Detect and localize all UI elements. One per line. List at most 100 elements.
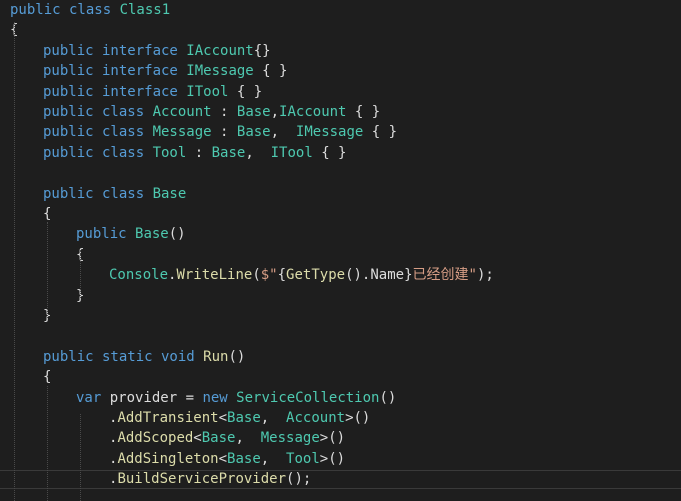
code-token: < xyxy=(218,410,228,426)
code-token: Run xyxy=(203,348,229,365)
code-token: , xyxy=(270,124,296,141)
code-token: { } xyxy=(312,144,347,161)
code-token: < xyxy=(193,430,202,447)
code-token: Class1 xyxy=(119,2,171,18)
code-token: IAccount xyxy=(186,42,254,59)
code-line[interactable]: .AddSingleton<Base, Tool>() xyxy=(109,449,345,469)
code-token: Base xyxy=(236,104,271,120)
code-line[interactable]: { xyxy=(43,204,51,224)
code-token: IMessage xyxy=(186,63,254,80)
code-token: { xyxy=(43,369,52,386)
code-token: Message xyxy=(152,124,212,141)
code-line[interactable]: Console.WriteLine($"{GetType().Name}已经创建… xyxy=(109,265,494,285)
code-token: , xyxy=(245,144,271,161)
code-line[interactable]: { xyxy=(43,367,51,387)
code-token: >() xyxy=(319,450,346,467)
code-token: : xyxy=(186,144,212,161)
code-token: GetType xyxy=(286,267,346,284)
code-line[interactable]: public class Base xyxy=(43,184,186,204)
code-token: IMessage xyxy=(295,124,364,141)
code-token: 已经创建" xyxy=(412,267,477,284)
code-line[interactable]: public interface ITool { } xyxy=(43,82,262,102)
code-line[interactable]: public Base() xyxy=(76,224,186,244)
code-token: public class xyxy=(43,104,153,120)
code-editor[interactable]: public class Class1 { public interface IAc… xyxy=(0,0,681,501)
code-token: $" xyxy=(260,267,278,284)
code-token: { } xyxy=(363,124,398,141)
code-token: () xyxy=(228,348,246,365)
code-token: , xyxy=(270,104,280,120)
code-token: public class xyxy=(43,185,153,202)
code-token: Console xyxy=(109,267,169,284)
code-token: ); xyxy=(476,267,494,284)
code-token: Account xyxy=(286,410,346,426)
code-token: () xyxy=(379,389,397,406)
code-token: provider xyxy=(109,389,178,406)
code-token: var xyxy=(76,389,110,406)
code-token: {} xyxy=(253,42,271,59)
code-token: < xyxy=(218,450,228,467)
code-token: Tool xyxy=(152,144,187,161)
code-token: Base xyxy=(135,226,169,243)
code-line[interactable]: public class Account : Base,IAccount { } xyxy=(43,102,380,122)
indent-guide xyxy=(47,386,48,501)
code-token: : xyxy=(211,104,237,120)
code-token: Message xyxy=(260,430,320,447)
code-token: WriteLine xyxy=(176,267,253,284)
code-token: () xyxy=(168,226,186,243)
code-token: Base xyxy=(227,450,261,467)
code-line[interactable]: public class Tool : Base, ITool { } xyxy=(43,143,346,163)
code-line[interactable]: public interface IMessage { } xyxy=(43,61,287,81)
indent-guide xyxy=(80,414,81,501)
code-token: public interface xyxy=(43,63,187,80)
code-token: , xyxy=(260,410,287,426)
code-token: : xyxy=(211,124,237,141)
code-token: public class xyxy=(43,124,153,141)
code-token: public xyxy=(76,226,136,243)
code-token: Base xyxy=(152,185,187,202)
code-token: ITool xyxy=(186,83,229,100)
code-token: >() xyxy=(319,430,346,447)
code-token: AddTransient xyxy=(117,410,219,426)
code-line[interactable]: public class Class1 xyxy=(10,0,170,20)
code-token: public interface xyxy=(43,42,187,59)
indent-guide xyxy=(80,250,81,298)
code-token: = xyxy=(177,389,203,406)
code-line[interactable]: public class Message : Base, IMessage { … xyxy=(43,122,397,142)
current-line-highlight xyxy=(0,470,681,489)
code-token: (); xyxy=(286,471,312,488)
code-token: public class xyxy=(43,144,153,161)
code-token: ServiceCollection xyxy=(236,389,380,406)
code-token: AddSingleton xyxy=(117,450,219,467)
code-line[interactable]: .BuildServiceProvider(); xyxy=(109,469,311,489)
code-token: Tool xyxy=(286,450,320,467)
code-token: public static void xyxy=(43,348,204,365)
code-token: new xyxy=(202,389,237,406)
code-token: ( xyxy=(252,267,261,284)
code-token: Account xyxy=(152,104,212,120)
code-line[interactable]: .AddTransient<Base, Account>() xyxy=(109,408,370,428)
code-token: Base xyxy=(211,144,246,161)
indent-guide xyxy=(47,222,48,318)
code-token: public class xyxy=(10,2,120,18)
code-token: Base xyxy=(201,430,236,447)
code-token: AddScoped xyxy=(117,430,194,447)
code-line[interactable]: public static void Run() xyxy=(43,347,245,367)
code-token: Base xyxy=(236,124,271,141)
code-token: Base xyxy=(227,410,261,426)
code-token: , xyxy=(260,450,287,467)
code-token: { } xyxy=(253,63,288,80)
code-line[interactable]: .AddScoped<Base, Message>() xyxy=(109,428,345,448)
code-line[interactable]: public interface IAccount{} xyxy=(43,41,271,61)
code-token: { xyxy=(277,267,287,284)
code-token: ITool xyxy=(270,144,313,161)
code-token: >() xyxy=(345,410,371,426)
code-token: BuildServiceProvider xyxy=(117,471,287,488)
code-token: { } xyxy=(228,83,263,100)
code-token: { xyxy=(43,206,52,222)
code-token: ().Name} xyxy=(345,267,413,284)
code-token: IAccount xyxy=(279,104,347,120)
code-line[interactable]: var provider = new ServiceCollection() xyxy=(76,388,396,408)
indent-guide xyxy=(14,22,15,501)
code-token: , xyxy=(235,430,261,447)
